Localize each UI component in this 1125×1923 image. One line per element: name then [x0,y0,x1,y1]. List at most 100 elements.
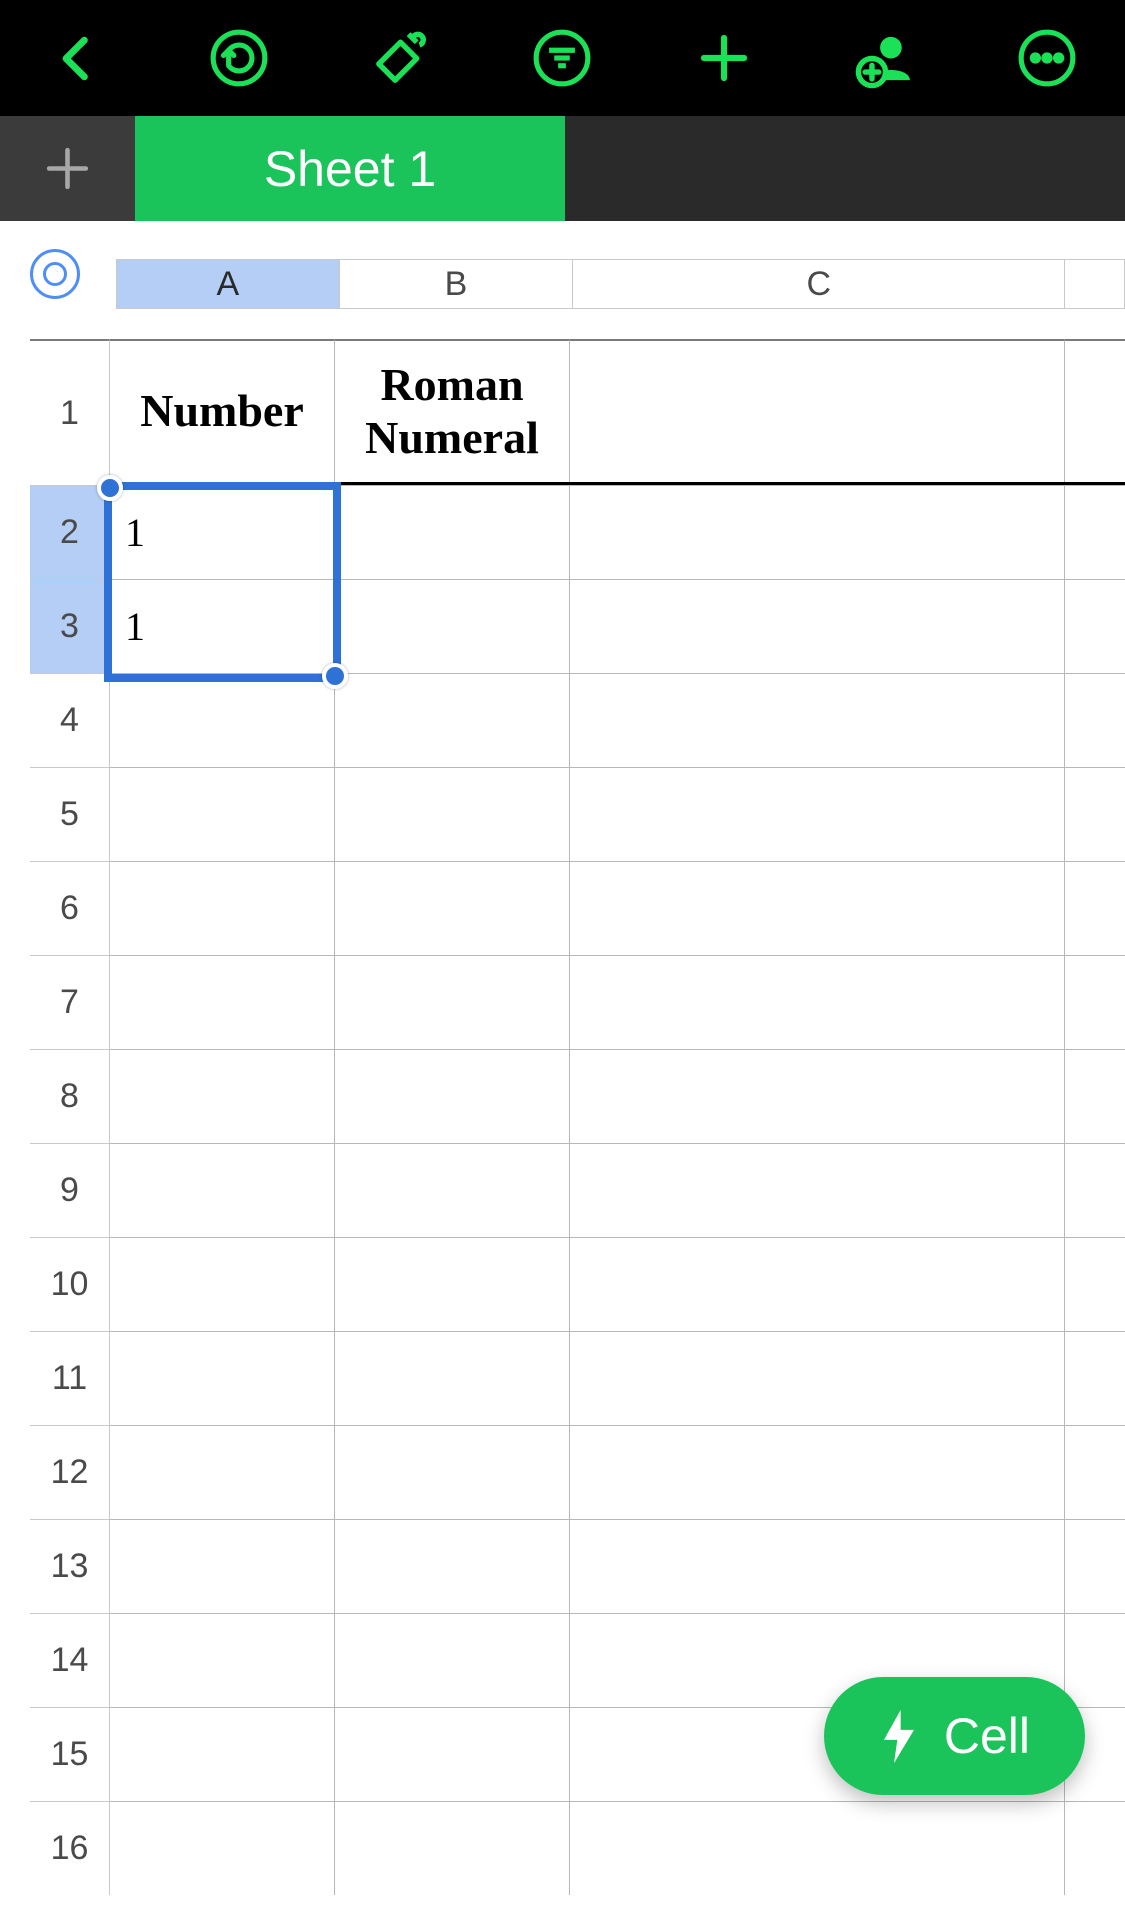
cell-A15[interactable] [110,1707,335,1801]
row-header-7[interactable]: 7 [30,955,110,1049]
cell-B4[interactable] [335,673,570,767]
cell-A1[interactable]: Number [110,339,335,482]
fab-label: Cell [944,1707,1030,1765]
cell-D10[interactable] [1065,1237,1125,1331]
cell-C6[interactable] [570,861,1065,955]
cell-D2[interactable] [1065,485,1125,579]
cell-B14[interactable] [335,1613,570,1707]
add-sheet-button[interactable] [0,116,135,221]
cell-B5[interactable] [335,767,570,861]
cell-D11[interactable] [1065,1331,1125,1425]
cell-B3[interactable] [335,579,570,673]
cell-C9[interactable] [570,1143,1065,1237]
cell-D8[interactable] [1065,1049,1125,1143]
row-header-13[interactable]: 13 [30,1519,110,1613]
cell-C5[interactable] [570,767,1065,861]
add-person-icon[interactable] [848,21,923,96]
cell-A11[interactable] [110,1331,335,1425]
column-header-d[interactable] [1065,260,1125,308]
cell-B7[interactable] [335,955,570,1049]
filter-icon[interactable] [525,21,600,96]
row-header-11[interactable]: 11 [30,1331,110,1425]
cell-B10[interactable] [335,1237,570,1331]
cell-C3[interactable] [570,579,1065,673]
cell-B8[interactable] [335,1049,570,1143]
cell-D6[interactable] [1065,861,1125,955]
cell-A4[interactable] [110,673,335,767]
undo-icon[interactable] [202,21,277,96]
cell-C1[interactable] [570,339,1065,482]
cell-B13[interactable] [335,1519,570,1613]
row-header-5[interactable]: 5 [30,767,110,861]
row-header-14[interactable]: 14 [30,1613,110,1707]
cell-B9[interactable] [335,1143,570,1237]
cell-A6[interactable] [110,861,335,955]
row-header-6[interactable]: 6 [30,861,110,955]
column-header-c[interactable]: C [573,260,1065,308]
cell-C16[interactable] [570,1801,1065,1895]
cell-C10[interactable] [570,1237,1065,1331]
format-paint-icon[interactable] [363,21,438,96]
row-header-8[interactable]: 8 [30,1049,110,1143]
cell-D13[interactable] [1065,1519,1125,1613]
cell-A13[interactable] [110,1519,335,1613]
cell-B1[interactable]: Roman Numeral [335,339,570,482]
column-header-a[interactable]: A [116,260,340,308]
cell-A5[interactable] [110,767,335,861]
cell-C13[interactable] [570,1519,1065,1613]
row-headers: 1 2 3 4 5 6 7 8 9 10 11 12 13 14 15 16 [30,339,110,1895]
cell-C11[interactable] [570,1331,1065,1425]
sheet-tab-bar: Sheet 1 [0,116,1125,221]
cell-A10[interactable] [110,1237,335,1331]
row-header-2[interactable]: 2 [30,485,110,579]
cell-B12[interactable] [335,1425,570,1519]
cell-B16[interactable] [335,1801,570,1895]
more-icon[interactable] [1010,21,1085,96]
cell-B11[interactable] [335,1331,570,1425]
cell-C2[interactable] [570,485,1065,579]
cell-A3[interactable]: 1 [110,579,335,673]
row-header-10[interactable]: 10 [30,1237,110,1331]
cell-A9[interactable] [110,1143,335,1237]
cell-fab[interactable]: Cell [824,1677,1085,1795]
select-all-corner[interactable] [30,249,80,299]
cell-B6[interactable] [335,861,570,955]
cell-A2[interactable]: 1 [110,485,335,579]
cell-D12[interactable] [1065,1425,1125,1519]
cell-D14[interactable] [1065,1613,1125,1707]
cell-C4[interactable] [570,673,1065,767]
cell-A7[interactable] [110,955,335,1049]
cell-A12[interactable] [110,1425,335,1519]
cell-C8[interactable] [570,1049,1065,1143]
row-header-12[interactable]: 12 [30,1425,110,1519]
spreadsheet-area: A B C 1 2 3 4 5 6 7 8 9 10 11 12 13 14 1… [0,221,1125,1895]
row-header-4[interactable]: 4 [30,673,110,767]
cell-C7[interactable] [570,955,1065,1049]
back-icon[interactable] [40,21,115,96]
lightning-icon [879,1709,919,1764]
row-header-15[interactable]: 15 [30,1707,110,1801]
cell-C12[interactable] [570,1425,1065,1519]
plus-icon[interactable] [687,21,762,96]
cell-D3[interactable] [1065,579,1125,673]
top-toolbar [0,0,1125,116]
cell-A8[interactable] [110,1049,335,1143]
column-header-b[interactable]: B [340,260,574,308]
row-header-9[interactable]: 9 [30,1143,110,1237]
cell-A16[interactable] [110,1801,335,1895]
cell-D7[interactable] [1065,955,1125,1049]
cell-D9[interactable] [1065,1143,1125,1237]
cell-A14[interactable] [110,1613,335,1707]
cell-D5[interactable] [1065,767,1125,861]
cell-D16[interactable] [1065,1801,1125,1895]
row-header-3[interactable]: 3 [30,579,110,673]
cells-area: Number Roman Numeral 1 1 [110,339,1125,1895]
grid-body: 1 2 3 4 5 6 7 8 9 10 11 12 13 14 15 16 N… [0,339,1125,1895]
row-header-1[interactable]: 1 [30,339,110,485]
cell-B2[interactable] [335,485,570,579]
cell-B15[interactable] [335,1707,570,1801]
cell-D4[interactable] [1065,673,1125,767]
sheet-tab-active[interactable]: Sheet 1 [135,116,565,221]
cell-D1[interactable] [1065,339,1125,482]
row-header-16[interactable]: 16 [30,1801,110,1895]
